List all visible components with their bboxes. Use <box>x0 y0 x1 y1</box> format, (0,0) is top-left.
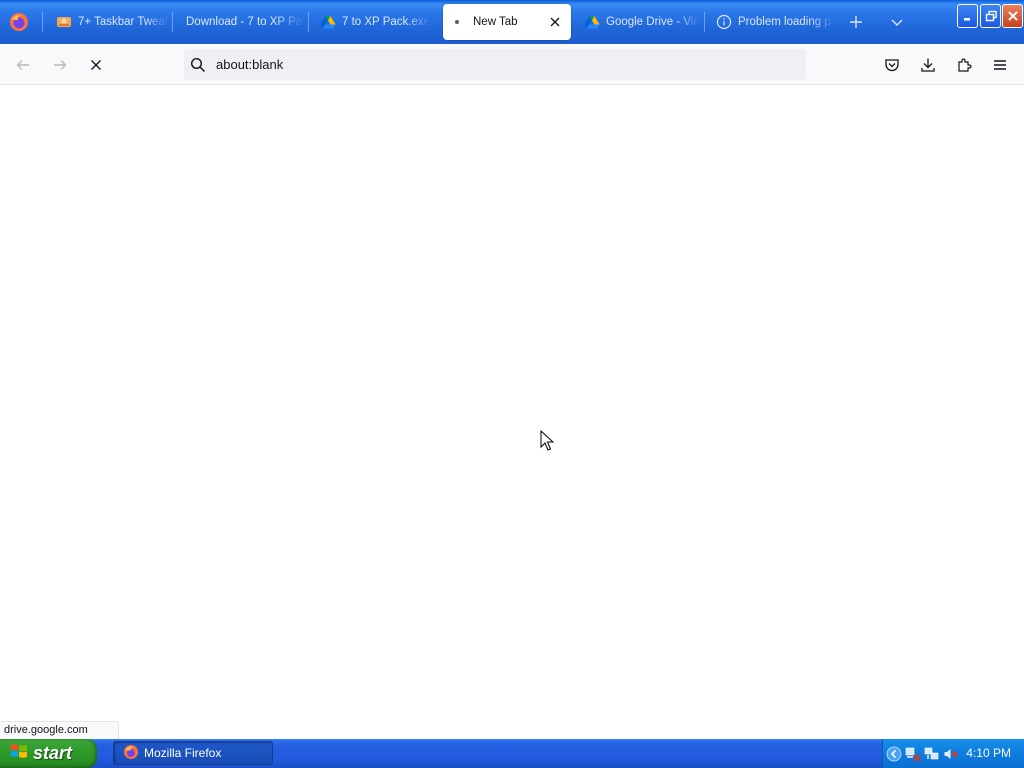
tab-taskbar-tweaker[interactable]: 7+ Taskbar Tweaker <box>46 4 168 40</box>
page-content: drive.google.com <box>0 85 1024 739</box>
tab-separator <box>704 12 705 32</box>
google-drive-icon <box>584 14 600 30</box>
minimize-window-icon[interactable] <box>957 4 978 28</box>
status-link-text: drive.google.com <box>0 721 119 739</box>
list-all-tabs-chevron-icon[interactable] <box>887 12 907 32</box>
tab-label: Problem loading page <box>738 16 834 28</box>
firefox-menu-icon[interactable] <box>8 11 30 33</box>
extensions-puzzle-icon[interactable] <box>952 53 976 77</box>
close-window-icon[interactable] <box>1002 4 1023 28</box>
tab-label: 7+ Taskbar Tweaker <box>78 16 168 28</box>
network-connection-icon[interactable] <box>924 746 940 762</box>
tab-label: 7 to XP Pack.exe <box>342 16 431 28</box>
close-tab-icon[interactable] <box>547 14 563 30</box>
tab-label: Download - 7 to XP Pack <box>186 16 304 28</box>
stop-loading-icon[interactable] <box>84 53 108 77</box>
new-tab-plus-icon[interactable] <box>846 12 866 32</box>
tab-download-7-to-xp-pack[interactable]: Download - 7 to XP Pack <box>176 4 304 40</box>
network-disconnected-icon[interactable] <box>905 746 921 762</box>
show-hidden-icons-chevron-icon[interactable] <box>886 746 902 762</box>
info-icon <box>716 14 732 30</box>
taskbar-button-firefox[interactable]: Mozilla Firefox <box>113 741 273 765</box>
address-bar[interactable] <box>184 49 806 80</box>
tab-7-to-xp-pack-exe[interactable]: 7 to XP Pack.exe <box>312 4 436 40</box>
tab-problem-loading-page[interactable]: Problem loading page <box>708 4 834 40</box>
pocket-icon[interactable] <box>880 53 904 77</box>
windows-logo-icon <box>10 742 28 765</box>
restore-window-icon[interactable] <box>980 4 1001 28</box>
google-drive-icon <box>320 14 336 30</box>
windows-taskbar: start Mozilla Firefox 4:10 PM <box>0 739 1024 768</box>
navigation-toolbar <box>0 44 1024 85</box>
tab-separator <box>42 12 43 32</box>
tab-label: Google Drive - Virus scan warning <box>606 16 700 28</box>
start-label: start <box>33 743 73 763</box>
tab-new-tab[interactable]: New Tab <box>443 4 571 40</box>
taskbar-tweaker-icon <box>56 14 72 30</box>
tab-separator <box>308 12 309 32</box>
tab-separator <box>172 12 173 32</box>
start-button[interactable]: start <box>0 739 97 768</box>
downloads-icon[interactable] <box>916 53 940 77</box>
tab-bar: 7+ Taskbar Tweaker Download - 7 to XP Pa… <box>0 0 1024 44</box>
loading-dot-icon <box>451 14 467 30</box>
tab-label: New Tab <box>473 16 518 28</box>
mouse-pointer-icon <box>540 429 555 457</box>
system-clock[interactable]: 4:10 PM <box>966 746 1011 760</box>
back-arrow-icon[interactable] <box>11 53 35 77</box>
tab-google-drive[interactable]: Google Drive - Virus scan warning <box>576 4 700 40</box>
system-tray: 4:10 PM <box>882 739 1024 768</box>
taskbar-button-label: Mozilla Firefox <box>144 746 222 760</box>
forward-arrow-icon[interactable] <box>48 53 72 77</box>
firefox-icon <box>123 744 139 763</box>
hamburger-menu-icon[interactable] <box>988 53 1012 77</box>
search-icon <box>190 57 206 73</box>
volume-muted-icon[interactable] <box>943 746 959 762</box>
url-input[interactable] <box>216 57 776 72</box>
